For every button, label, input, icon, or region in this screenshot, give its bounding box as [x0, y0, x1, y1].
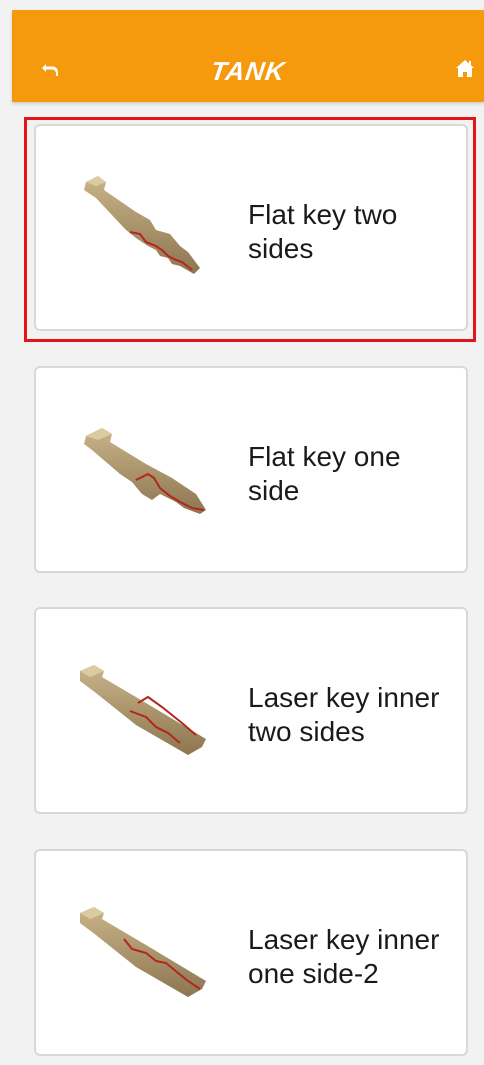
key-type-card-flat-key-two-sides[interactable]: Flat key two sides — [34, 124, 468, 331]
key-type-label: Laser key inner one side-2 — [248, 924, 440, 989]
key-type-label: Flat key two sides — [248, 199, 398, 264]
key-type-card-flat-key-one-side[interactable]: Flat key one side — [34, 366, 468, 573]
laser-key-inner-one-side-2-icon — [80, 907, 206, 997]
laser-key-inner-two-sides-icon — [80, 665, 206, 755]
app-title: TANK — [208, 56, 288, 86]
key-type-card-laser-key-inner-one-side-2[interactable]: Laser key inner one side-2 — [34, 849, 468, 1056]
flat-key-two-sides-icon — [84, 176, 200, 274]
key-type-card-laser-key-inner-two-sides[interactable]: Laser key inner two sides — [34, 607, 468, 814]
key-type-label: Flat key one side — [248, 441, 401, 506]
home-icon[interactable] — [452, 56, 478, 82]
key-type-list: Flat key two sides Flat key one side Las… — [0, 0, 484, 1065]
app-header: TANK — [12, 10, 484, 102]
key-type-label: Laser key inner two sides — [248, 682, 440, 747]
flat-key-one-side-icon — [84, 428, 206, 514]
